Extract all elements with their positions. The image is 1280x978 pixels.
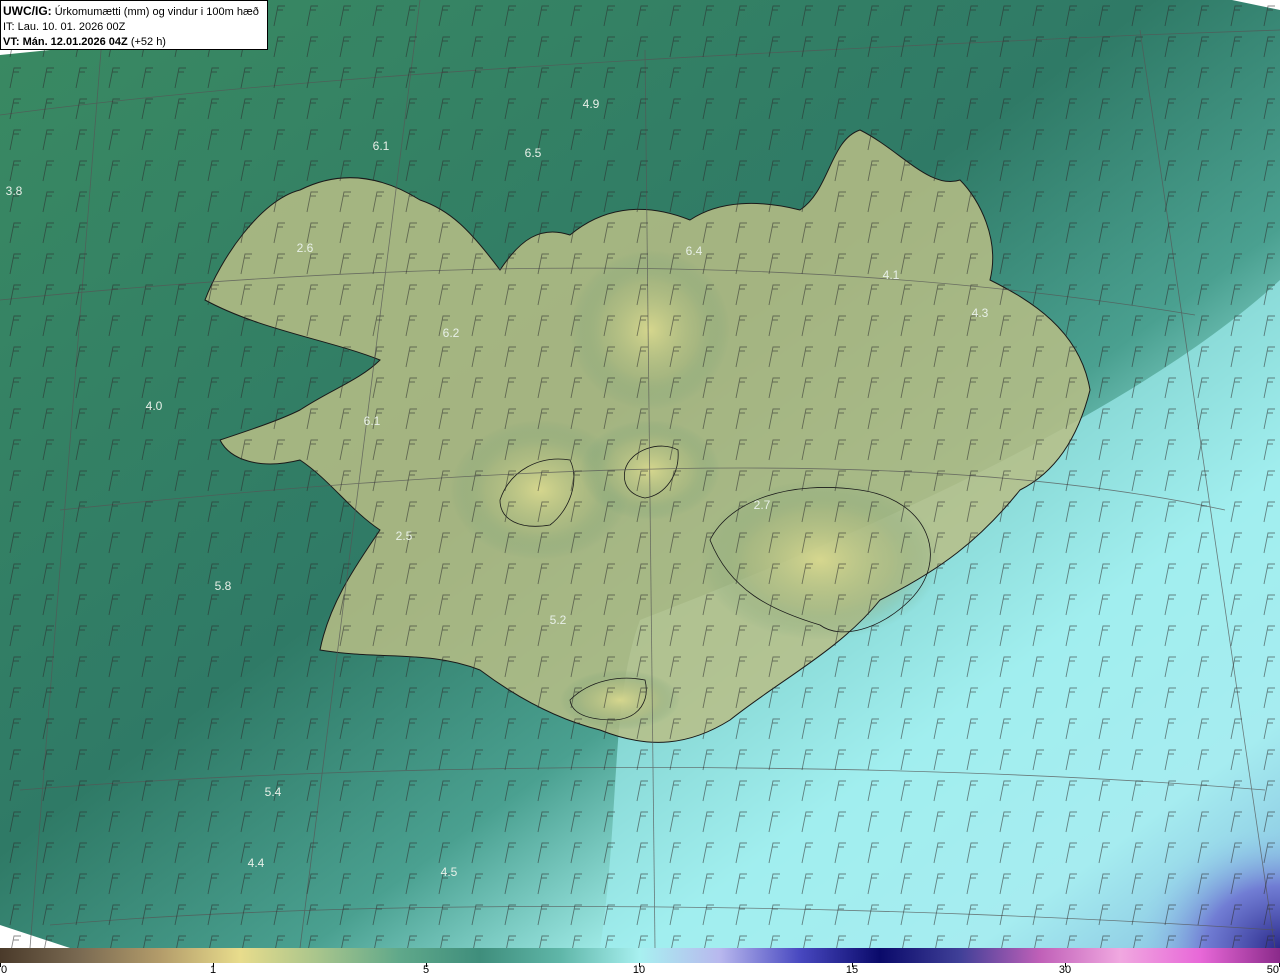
precip-label: 2.6 xyxy=(297,241,314,255)
precip-label: 6.2 xyxy=(443,326,460,340)
valid-time-date: Mán. 12.01.2026 04Z xyxy=(22,36,128,48)
precip-label: 6.1 xyxy=(364,414,381,428)
precip-label: 4.0 xyxy=(146,399,163,413)
precip-label: 2.7 xyxy=(754,498,771,512)
precip-label: 6.5 xyxy=(525,146,542,160)
precip-label: 5.4 xyxy=(265,785,282,799)
precip-label: 6.4 xyxy=(686,244,703,258)
precip-label: 4.5 xyxy=(441,865,458,879)
colorbar-label: 0 xyxy=(1,964,8,976)
wind-barbs xyxy=(0,0,1280,948)
colorbar-label: 5 xyxy=(422,964,430,976)
colorbar-label: 15 xyxy=(845,964,859,976)
colorbar-legend: 0 1 5 10 15 30 50 xyxy=(0,948,1280,978)
precip-label: 6.1 xyxy=(373,139,390,153)
colorbar-label: 1 xyxy=(209,964,217,976)
precip-label: 5.2 xyxy=(550,613,567,627)
precip-label: 5.8 xyxy=(215,579,232,593)
colorbar-label: 30 xyxy=(1058,964,1072,976)
forecast-info-box: UWC/IG: Úrkomumætti (mm) og vindur i 100… xyxy=(0,0,268,50)
precip-label: 4.4 xyxy=(248,856,265,870)
precip-label: 4.3 xyxy=(972,306,989,320)
valid-time-line: VT: Mán. 12.01.2026 04Z (+52 h) xyxy=(3,35,264,50)
map-title: Úrkomumætti (mm) og vindur i 100m hæð xyxy=(54,6,259,18)
forecast-map: 4.9 6.1 6.5 3.8 2.6 6.4 4.1 4.3 6.2 4.0 … xyxy=(0,0,1280,948)
precip-label: 4.1 xyxy=(883,268,900,282)
colorbar-strip xyxy=(0,948,1280,963)
precip-label: 3.8 xyxy=(6,184,23,198)
lead-time: (+52 h) xyxy=(130,36,166,48)
precip-label: 2.5 xyxy=(396,529,413,543)
init-time: IT: Lau. 10. 01. 2026 00Z xyxy=(3,21,126,33)
valid-time-prefix: VT: xyxy=(3,36,20,48)
precip-label: 4.9 xyxy=(583,97,600,111)
map-title-line: UWC/IG: Úrkomumætti (mm) og vindur i 100… xyxy=(3,4,264,20)
colorbar-label: 10 xyxy=(632,964,646,976)
colorbar-label: 50 xyxy=(1266,964,1279,976)
model-name: UWC/IG: xyxy=(3,4,52,18)
